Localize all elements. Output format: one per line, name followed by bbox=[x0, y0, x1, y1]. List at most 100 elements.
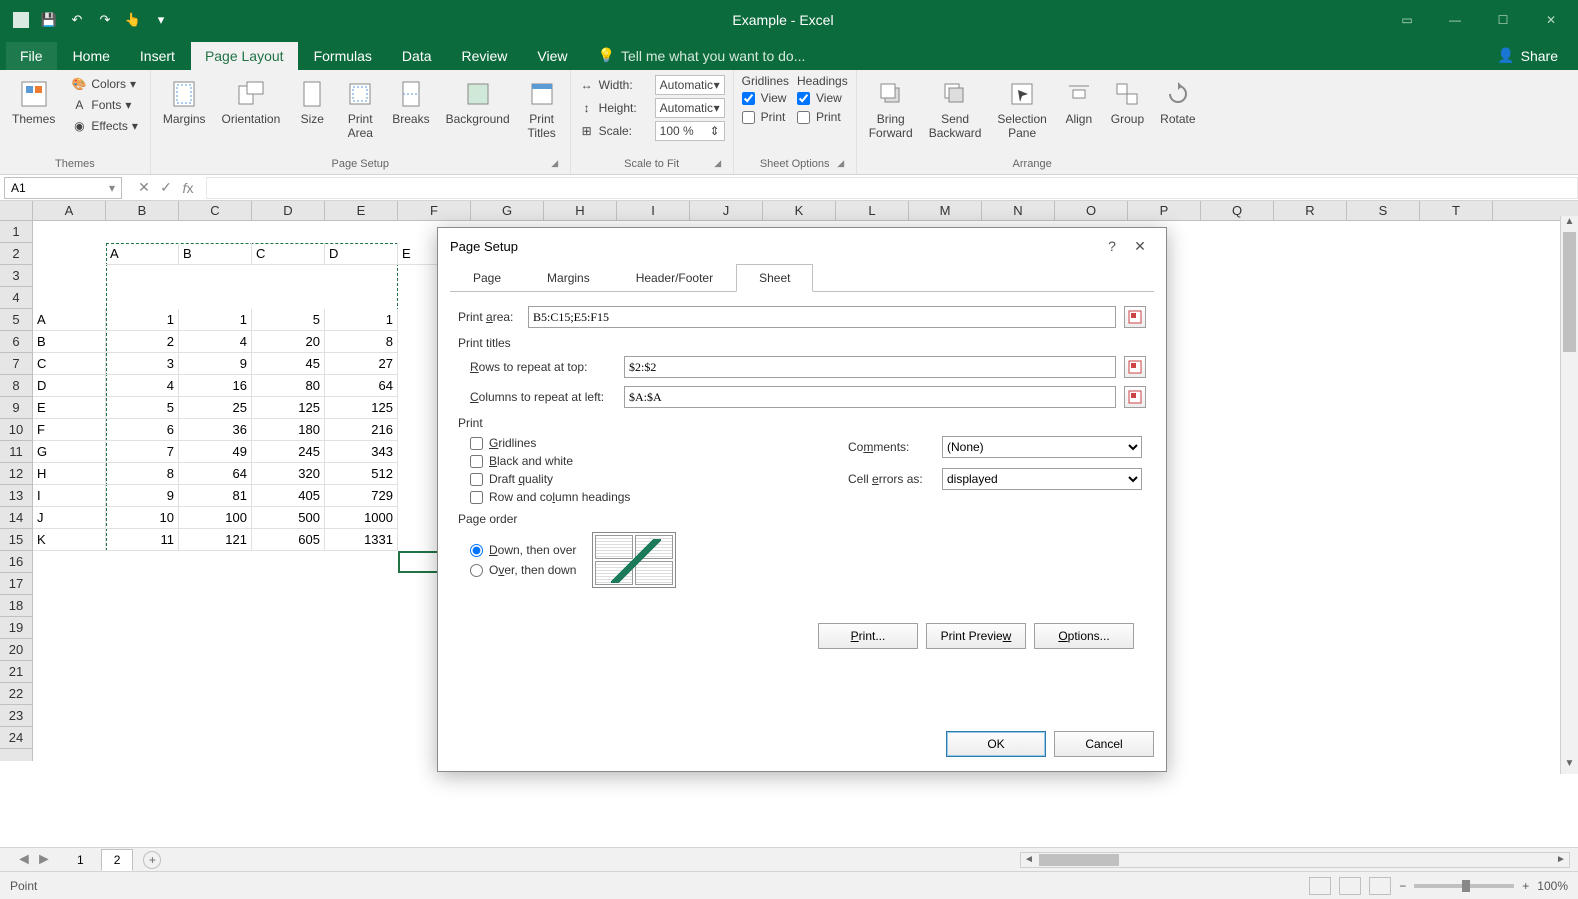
dialog-tab-margins[interactable]: Margins bbox=[524, 264, 613, 292]
row-header[interactable]: 21 bbox=[0, 661, 32, 683]
tab-page-layout[interactable]: Page Layout bbox=[191, 42, 298, 70]
cell[interactable]: 20 bbox=[252, 331, 325, 353]
comments-select[interactable]: (None) bbox=[942, 436, 1142, 458]
zoom-level[interactable]: 100% bbox=[1537, 879, 1568, 893]
dialog-tab-header-footer[interactable]: Header/Footer bbox=[613, 264, 736, 292]
row-header[interactable]: 11 bbox=[0, 441, 32, 463]
tell-me[interactable]: 💡Tell me what you want to do... bbox=[584, 41, 820, 70]
breaks-button[interactable]: Breaks bbox=[388, 74, 433, 130]
column-header[interactable]: H bbox=[544, 201, 617, 220]
cell[interactable]: 121 bbox=[179, 529, 252, 551]
cell[interactable]: 64 bbox=[325, 375, 398, 397]
row-header[interactable]: 16 bbox=[0, 551, 32, 573]
cell[interactable]: 25 bbox=[179, 397, 252, 419]
zoom-slider[interactable] bbox=[1414, 884, 1514, 888]
align-button[interactable]: Align bbox=[1059, 74, 1099, 130]
vertical-scrollbar[interactable]: ▲ ▼ bbox=[1560, 216, 1578, 774]
orientation-button[interactable]: Orientation bbox=[218, 74, 285, 130]
cell[interactable]: 9 bbox=[106, 485, 179, 507]
sheet-nav-next-icon[interactable]: ► bbox=[36, 851, 52, 869]
cell[interactable]: A bbox=[33, 309, 106, 331]
cell[interactable]: 9 bbox=[179, 353, 252, 375]
column-header[interactable]: I bbox=[617, 201, 690, 220]
row-header[interactable]: 8 bbox=[0, 375, 32, 397]
touch-mode-icon[interactable]: 👆 bbox=[122, 9, 144, 31]
cell[interactable]: 10 bbox=[106, 507, 179, 529]
row-header[interactable]: 7 bbox=[0, 353, 32, 375]
over-then-down-radio[interactable] bbox=[470, 564, 483, 577]
cell[interactable]: 5 bbox=[252, 309, 325, 331]
cell[interactable]: D bbox=[325, 243, 398, 265]
column-header[interactable]: B bbox=[106, 201, 179, 220]
normal-view-button[interactable] bbox=[1309, 877, 1331, 895]
enter-formula-icon[interactable]: ✓ bbox=[156, 178, 176, 198]
zoom-in-button[interactable]: + bbox=[1522, 879, 1529, 893]
row-header[interactable]: 20 bbox=[0, 639, 32, 661]
cancel-formula-icon[interactable]: ✕ bbox=[134, 178, 154, 198]
row-header[interactable]: 5 bbox=[0, 309, 32, 331]
cell[interactable]: C bbox=[252, 243, 325, 265]
cell[interactable]: 5 bbox=[106, 397, 179, 419]
print-area-input[interactable] bbox=[528, 306, 1116, 328]
cell[interactable]: 80 bbox=[252, 375, 325, 397]
column-header[interactable]: A bbox=[33, 201, 106, 220]
size-button[interactable]: Size bbox=[292, 74, 332, 130]
cell[interactable]: 11 bbox=[106, 529, 179, 551]
tab-formulas[interactable]: Formulas bbox=[300, 42, 386, 70]
width-combo[interactable]: Automatic▾ bbox=[655, 75, 725, 95]
rotate-button[interactable]: Rotate bbox=[1156, 74, 1199, 130]
cell[interactable]: 1000 bbox=[325, 507, 398, 529]
cell-errors-select[interactable]: displayed bbox=[942, 468, 1142, 490]
cell[interactable]: 45 bbox=[252, 353, 325, 375]
column-header[interactable]: P bbox=[1128, 201, 1201, 220]
effects-button[interactable]: ◉Effects ▾ bbox=[67, 116, 142, 136]
column-header[interactable]: M bbox=[909, 201, 982, 220]
column-header[interactable]: N bbox=[982, 201, 1055, 220]
cell[interactable]: K bbox=[33, 529, 106, 551]
column-header[interactable]: Q bbox=[1201, 201, 1274, 220]
qab-customize-icon[interactable]: ▾ bbox=[150, 9, 172, 31]
gridlines-view-check[interactable] bbox=[742, 92, 755, 105]
cols-repeat-input[interactable] bbox=[624, 386, 1116, 408]
cell[interactable]: 7 bbox=[106, 441, 179, 463]
colors-button[interactable]: 🎨Colors ▾ bbox=[67, 74, 142, 94]
send-backward-button[interactable]: Send Backward bbox=[925, 74, 986, 144]
column-header[interactable]: S bbox=[1347, 201, 1420, 220]
cell[interactable]: 180 bbox=[252, 419, 325, 441]
dialog-tab-sheet[interactable]: Sheet bbox=[736, 264, 813, 292]
new-sheet-button[interactable]: + bbox=[143, 851, 161, 869]
minimize-icon[interactable]: — bbox=[1432, 6, 1478, 34]
tab-insert[interactable]: Insert bbox=[126, 42, 189, 70]
print-titles-button[interactable]: Print Titles bbox=[522, 74, 562, 144]
column-header[interactable]: D bbox=[252, 201, 325, 220]
sheet-options-launcher-icon[interactable]: ◢ bbox=[834, 158, 848, 172]
maximize-icon[interactable]: ☐ bbox=[1480, 6, 1526, 34]
row-header[interactable]: 17 bbox=[0, 573, 32, 595]
headings-print-check[interactable] bbox=[797, 111, 810, 124]
print-area-range-button[interactable] bbox=[1124, 306, 1146, 328]
cell[interactable]: 3 bbox=[106, 353, 179, 375]
row-header[interactable]: 14 bbox=[0, 507, 32, 529]
column-header[interactable]: J bbox=[690, 201, 763, 220]
column-header[interactable]: T bbox=[1420, 201, 1493, 220]
tab-file[interactable]: File bbox=[6, 42, 57, 70]
rows-repeat-range-button[interactable] bbox=[1124, 356, 1146, 378]
sheet-tab-1[interactable]: 1 bbox=[64, 849, 97, 871]
cell[interactable]: 320 bbox=[252, 463, 325, 485]
cell[interactable]: 125 bbox=[252, 397, 325, 419]
cell[interactable]: 4 bbox=[179, 331, 252, 353]
row-header[interactable]: 3 bbox=[0, 265, 32, 287]
cell[interactable]: 405 bbox=[252, 485, 325, 507]
height-combo[interactable]: Automatic▾ bbox=[655, 98, 725, 118]
cell[interactable]: 1331 bbox=[325, 529, 398, 551]
cell[interactable]: 64 bbox=[179, 463, 252, 485]
cell[interactable]: 605 bbox=[252, 529, 325, 551]
cell[interactable]: 8 bbox=[325, 331, 398, 353]
row-header[interactable]: 9 bbox=[0, 397, 32, 419]
scroll-up-icon[interactable]: ▲ bbox=[1561, 216, 1578, 232]
cell[interactable]: J bbox=[33, 507, 106, 529]
group-button[interactable]: Group bbox=[1107, 74, 1148, 130]
scale-launcher-icon[interactable]: ◢ bbox=[711, 158, 725, 172]
horizontal-scrollbar[interactable]: ◄ ► bbox=[1020, 852, 1570, 868]
column-header[interactable]: R bbox=[1274, 201, 1347, 220]
